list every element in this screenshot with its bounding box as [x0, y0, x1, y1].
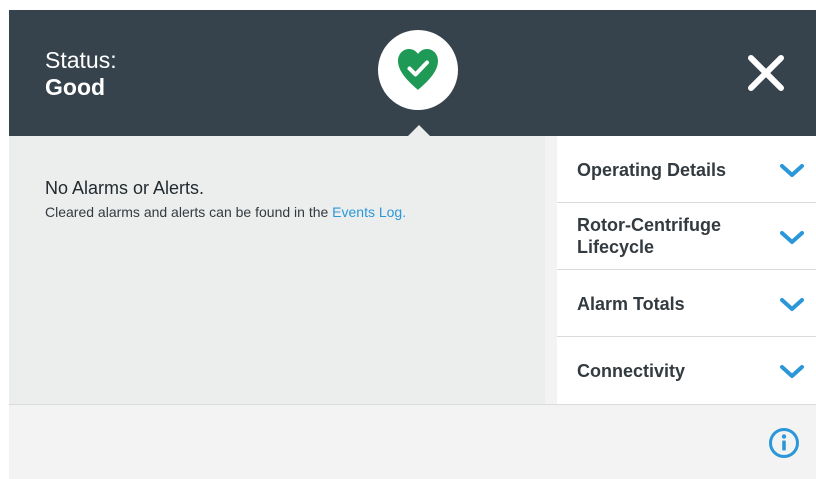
status-header: Status: Good — [9, 10, 816, 137]
chevron-down-icon[interactable] — [779, 230, 805, 246]
alarms-subtitle-text: Cleared alarms and alerts can be found i… — [45, 204, 333, 220]
chevron-down-icon[interactable] — [779, 297, 805, 313]
chevron-down-icon[interactable] — [779, 364, 805, 380]
status-label: Status: — [45, 47, 117, 73]
details-accordion: Operating Details Rotor-Centrifuge Lifec… — [557, 136, 816, 404]
accordion-alarm-totals[interactable]: Alarm Totals — [557, 270, 816, 337]
alarms-subtitle: Cleared alarms and alerts can be found i… — [45, 203, 406, 221]
info-icon[interactable] — [768, 427, 800, 459]
alarms-pane: No Alarms or Alerts. Cleared alarms and … — [9, 136, 545, 404]
accordion-connectivity[interactable]: Connectivity — [557, 337, 816, 403]
accordion-label: Connectivity — [577, 361, 686, 381]
events-log-link[interactable]: Events Log. — [332, 204, 406, 220]
accordion-operating-details[interactable]: Operating Details — [557, 136, 816, 203]
heart-check-icon — [398, 49, 438, 90]
accordion-label: Alarm Totals — [577, 294, 685, 314]
status-screen: Status: Good No Alarms or Alerts. Cleare… — [9, 10, 816, 479]
status-badge — [378, 30, 458, 110]
footer-bar — [9, 404, 816, 479]
accordion-label: Operating Details — [577, 160, 727, 180]
close-icon[interactable] — [745, 52, 787, 94]
accordion-label: Rotor-Centrifuge Lifecycle — [577, 215, 721, 257]
chevron-down-icon[interactable] — [779, 163, 805, 179]
alarms-title: No Alarms or Alerts. — [45, 178, 205, 198]
accordion-rotor-centrifuge-lifecycle[interactable]: Rotor-Centrifuge Lifecycle — [557, 203, 816, 270]
status-value: Good — [45, 74, 106, 100]
